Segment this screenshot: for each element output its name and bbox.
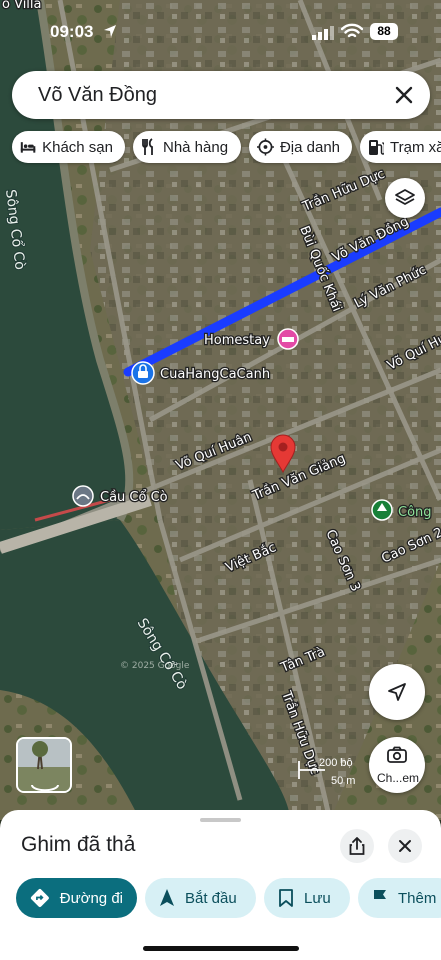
directions-button[interactable]: Đường đi (16, 878, 137, 918)
action-buttons: Đường đi Bắt đầu Lưu Thêm (16, 878, 441, 918)
bottom-sheet: Ghim đã thả Đường đi Bắt đầu Lưu Thêm (0, 810, 441, 960)
battery-indicator: 88 (370, 23, 398, 40)
map-watermark: © 2025 Google (120, 661, 190, 671)
action-label: Đường đi (59, 889, 123, 907)
hotel-icon (20, 142, 36, 153)
scale-imperial: 200 bộ (319, 757, 353, 769)
maps-app: Trần Hữu Dực Võ Văn Đồng Bùi Quốc Khái L… (0, 0, 441, 960)
chip-gas-stations[interactable]: Trạm xă (360, 131, 441, 163)
gas-station-icon (369, 140, 384, 155)
hotel-poi-icon[interactable] (277, 328, 299, 350)
shop-poi-icon[interactable] (131, 361, 155, 385)
bridge-poi-icon[interactable] (72, 485, 94, 507)
poi-label-bridge[interactable]: Cầu Cổ Cò (99, 489, 169, 507)
share-button[interactable] (340, 829, 374, 863)
navigation-arrow-icon (160, 889, 174, 906)
more-button[interactable]: Thêm (358, 878, 441, 918)
top-edge-label: o Villa (2, 0, 42, 12)
share-icon (349, 837, 365, 855)
poi-label-park[interactable]: Công (397, 504, 433, 522)
poi-label-shop[interactable]: CuaHangCaCanh (159, 366, 272, 384)
location-arrow-icon (103, 24, 117, 41)
camera-icon (387, 746, 407, 763)
search-bar[interactable]: Võ Văn Đồng (12, 71, 430, 119)
chip-landmarks[interactable]: Địa danh (249, 131, 352, 163)
chip-restaurants[interactable]: Nhà hàng (133, 131, 241, 163)
scale-metric: 50 m (331, 775, 356, 787)
sheet-close-button[interactable] (388, 829, 422, 863)
category-chips: Khách sạn Nhà hàng Địa danh Trạm xă (12, 131, 441, 165)
save-button[interactable]: Lưu (264, 878, 350, 918)
flag-icon (374, 890, 386, 907)
start-button[interactable]: Bắt đầu (145, 878, 256, 918)
poi-label-homestay[interactable]: Homestay (203, 332, 272, 350)
search-query[interactable]: Võ Văn Đồng (38, 84, 157, 107)
home-indicator (143, 946, 299, 951)
landmark-icon (257, 138, 274, 156)
navigation-arrow-icon (388, 683, 406, 701)
close-icon (399, 840, 411, 852)
layers-icon (395, 189, 415, 205)
action-label: Bắt đầu (185, 889, 237, 907)
status-bar: 09:03 88 (0, 18, 441, 48)
chip-label: Khách sạn (42, 138, 113, 156)
close-icon[interactable] (392, 83, 416, 107)
bookmark-icon (279, 889, 293, 907)
chip-label: Trạm xă (390, 138, 441, 156)
sheet-title: Ghim đã thả (21, 833, 136, 856)
cellular-signal-icon (312, 26, 334, 45)
park-poi-icon[interactable] (371, 499, 393, 521)
camera-search-label: Ch...em (376, 771, 419, 785)
sheet-drag-handle[interactable] (200, 818, 241, 822)
chip-label: Nhà hàng (163, 138, 229, 156)
restaurant-icon (142, 138, 153, 155)
my-location-button[interactable] (369, 664, 425, 720)
wifi-icon (340, 23, 364, 45)
street-view-thumbnail[interactable] (16, 737, 72, 793)
directions-icon (30, 889, 49, 907)
chip-label: Địa danh (279, 138, 340, 156)
action-label: Thêm (398, 889, 437, 907)
chip-hotels[interactable]: Khách sạn (12, 131, 125, 163)
layers-button[interactable] (385, 178, 425, 218)
action-label: Lưu (304, 889, 331, 907)
status-time: 09:03 (50, 22, 94, 41)
